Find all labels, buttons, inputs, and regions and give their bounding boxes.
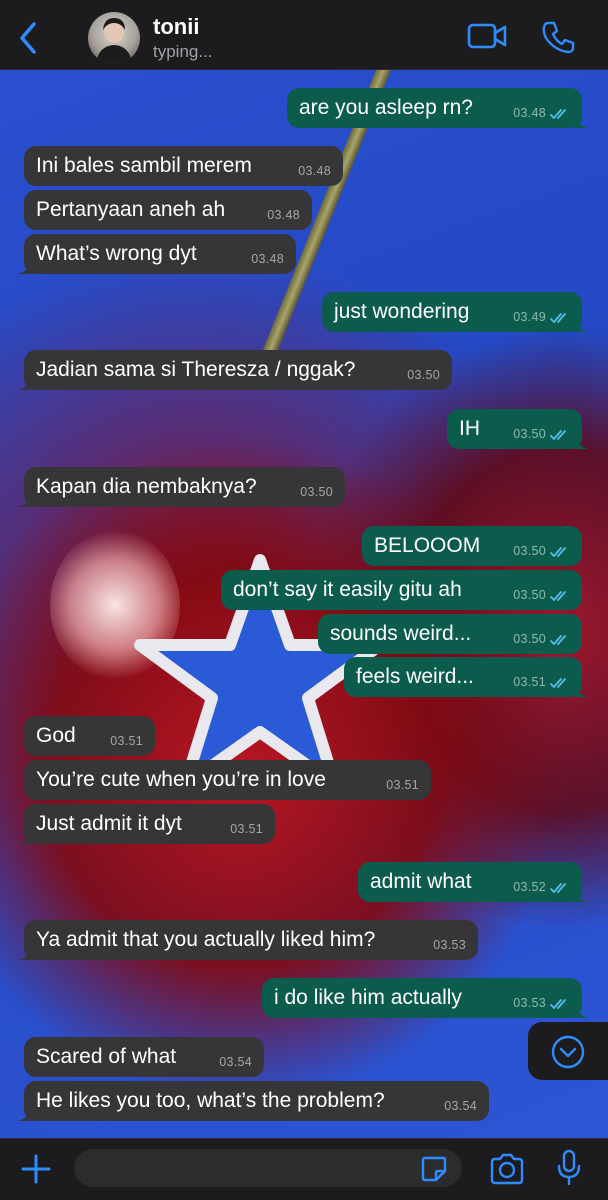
sticker-icon[interactable] — [420, 1155, 448, 1183]
bubble-tail — [575, 888, 589, 902]
avatar[interactable] — [88, 12, 140, 64]
message-text: Just admit it dyt — [36, 812, 182, 835]
bubble-tail — [17, 376, 31, 390]
message-timestamp: 03.50 — [300, 485, 333, 499]
incoming-message[interactable]: You’re cute when you’re in love 03.51 — [24, 760, 431, 800]
message-timestamp: 03.54 — [444, 1099, 477, 1113]
read-ticks-icon — [550, 591, 566, 601]
incoming-message[interactable]: He likes you too, what’s the problem? 03.… — [17, 1081, 489, 1121]
message-text: Ini bales sambil merem — [36, 154, 252, 177]
message-timestamp: 03.50 — [513, 544, 546, 558]
message-text: feels weird... — [356, 665, 474, 688]
outgoing-message[interactable]: don’t say it easily gitu ah 03.50 — [221, 570, 582, 610]
message-text: just wondering — [334, 300, 470, 323]
outgoing-message[interactable]: BELOOOM 03.50 — [362, 526, 582, 566]
bubble-tail — [17, 1107, 31, 1121]
message-timestamp: 03.53 — [433, 938, 466, 952]
message-text: IH — [459, 417, 480, 440]
outgoing-message[interactable]: just wondering 03.49 — [322, 292, 589, 332]
message-timestamp: 03.53 — [513, 996, 546, 1010]
outgoing-message[interactable]: are you asleep rn? 03.48 — [287, 88, 589, 128]
bubble-tail — [575, 1004, 589, 1018]
message-timestamp: 03.48 — [513, 106, 546, 120]
video-camera-icon[interactable] — [466, 20, 508, 52]
read-ticks-icon — [550, 313, 566, 323]
message-text: don’t say it easily gitu ah — [233, 578, 462, 601]
incoming-message[interactable]: Pertanyaan aneh ah 03.48 — [24, 190, 312, 230]
read-ticks-icon — [550, 109, 566, 119]
message-input[interactable] — [74, 1149, 462, 1187]
message-timestamp: 03.50 — [513, 588, 546, 602]
message-text: Kapan dia nembaknya? — [36, 475, 257, 498]
message-text: What’s wrong dyt — [36, 242, 197, 265]
message-text: Pertanyaan aneh ah — [36, 198, 226, 221]
message-timestamp: 03.52 — [513, 880, 546, 894]
contact-name[interactable]: tonii — [153, 14, 199, 40]
read-ticks-icon — [550, 883, 566, 893]
outgoing-message[interactable]: IH 03.50 — [447, 409, 589, 449]
phone-icon[interactable] — [540, 20, 576, 54]
message-text: i do like him actually — [274, 986, 462, 1009]
chevron-down-circle-icon — [551, 1035, 585, 1069]
message-text: Jadian sama si Theresza / nggak? — [36, 358, 356, 381]
message-text: Ya admit that you actually liked him? — [36, 928, 376, 951]
message-text: Scared of what — [36, 1045, 177, 1068]
message-text: You’re cute when you’re in love — [36, 768, 326, 791]
bubble-tail — [17, 946, 31, 960]
message-text: admit what — [370, 870, 472, 893]
microphone-icon[interactable] — [556, 1149, 582, 1187]
message-timestamp: 03.48 — [251, 252, 284, 266]
read-ticks-icon — [550, 678, 566, 688]
read-ticks-icon — [550, 999, 566, 1009]
message-text: BELOOOM — [374, 534, 481, 557]
bubble-tail — [575, 683, 589, 697]
message-timestamp: 03.49 — [513, 310, 546, 324]
message-timestamp: 03.51 — [513, 675, 546, 689]
chevron-left-icon[interactable] — [14, 20, 44, 56]
incoming-message[interactable]: God 03.51 — [24, 716, 155, 756]
input-bar — [0, 1138, 608, 1200]
message-timestamp: 03.54 — [219, 1055, 252, 1069]
outgoing-message[interactable]: sounds weird... 03.50 — [318, 614, 582, 654]
incoming-message[interactable]: Kapan dia nembaknya? 03.50 — [17, 467, 345, 507]
scroll-to-bottom-button[interactable] — [528, 1022, 608, 1080]
incoming-message[interactable]: Ya admit that you actually liked him? 03.… — [17, 920, 478, 960]
outgoing-message[interactable]: i do like him actually 03.53 — [262, 978, 589, 1018]
message-text: God — [36, 724, 76, 747]
bubble-tail — [17, 260, 31, 274]
plus-icon[interactable] — [20, 1153, 52, 1185]
read-ticks-icon — [550, 430, 566, 440]
incoming-message[interactable]: Just admit it dyt 03.51 — [17, 804, 275, 844]
bubble-tail — [575, 318, 589, 332]
incoming-message[interactable]: Scared of what 03.54 — [24, 1037, 264, 1077]
incoming-message[interactable]: Jadian sama si Theresza / nggak? 03.50 — [17, 350, 452, 390]
chat-header: tonii typing... — [0, 0, 608, 70]
message-text: He likes you too, what’s the problem? — [36, 1089, 385, 1112]
message-text: sounds weird... — [330, 622, 472, 645]
typing-status: typing... — [153, 42, 213, 61]
incoming-message[interactable]: What’s wrong dyt 03.48 — [17, 234, 296, 274]
bubble-tail — [17, 830, 31, 844]
read-ticks-icon — [550, 547, 566, 557]
bubble-tail — [575, 114, 589, 128]
message-timestamp: 03.48 — [298, 164, 331, 178]
camera-icon[interactable] — [488, 1152, 526, 1186]
incoming-message[interactable]: Ini bales sambil merem 03.48 — [24, 146, 343, 186]
outgoing-message[interactable]: feels weird... 03.51 — [344, 657, 589, 697]
bubble-tail — [17, 493, 31, 507]
message-timestamp: 03.51 — [110, 734, 143, 748]
read-ticks-icon — [550, 635, 566, 645]
message-timestamp: 03.50 — [407, 368, 440, 382]
message-timestamp: 03.51 — [386, 778, 419, 792]
outgoing-message[interactable]: admit what 03.52 — [358, 862, 589, 902]
message-timestamp: 03.50 — [513, 632, 546, 646]
message-timestamp: 03.51 — [230, 822, 263, 836]
message-text: are you asleep rn? — [299, 96, 473, 119]
bubble-tail — [575, 435, 589, 449]
message-timestamp: 03.50 — [513, 427, 546, 441]
message-timestamp: 03.48 — [267, 208, 300, 222]
